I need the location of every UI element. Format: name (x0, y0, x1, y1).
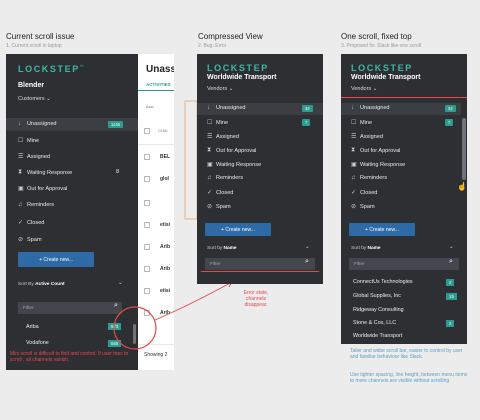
assigned-icon: ☰ (351, 134, 357, 140)
sort-by-control[interactable]: Sort by Name (351, 246, 381, 251)
menu-item-closed[interactable]: ✓ Closed (207, 189, 233, 197)
create-new-button[interactable]: + Create new... (349, 223, 415, 236)
error-note: Error state, channels disappear. (243, 290, 269, 308)
cursor-hand-icon: ☝ (457, 182, 467, 191)
mine-count-badge: 7 (302, 119, 311, 126)
lockstep-logo: LOCKSTEP (351, 63, 413, 73)
proposal-note-scroll: Taller and wider scroll bar, easier to c… (350, 348, 463, 360)
assigned-icon: ☰ (207, 134, 213, 140)
vendor-item-ridgeway[interactable]: Ridgeway Consulting (353, 307, 404, 313)
error-underline (201, 271, 319, 272)
menu-item-waiting-response[interactable]: ▣ Waiting Response (207, 161, 261, 169)
vendor-item-connectus[interactable]: ConnectUs Technologies (353, 279, 413, 285)
vendors-dropdown[interactable]: Vendors ⌄ (207, 86, 233, 92)
create-new-button[interactable]: + Create new... (205, 223, 271, 236)
menu-item-reminders[interactable]: ♫ Reminders (351, 175, 387, 181)
vendor-count-badge: 15 (446, 293, 457, 300)
fixed-top-divider (341, 97, 467, 98)
menu-item-out-for-approval[interactable]: ⧗ Out for Approval (207, 147, 256, 154)
menu-item-unassigned[interactable]: ↓ Unassigned (351, 105, 390, 111)
unassigned-icon: ↓ (351, 105, 354, 111)
reminders-icon: ♫ (207, 175, 212, 181)
spam-icon: ⊘ (351, 204, 357, 210)
closed-icon: ✓ (351, 190, 357, 196)
vendor-count-badge: 2 (446, 320, 455, 327)
unassigned-count-badge: 32 (445, 105, 456, 112)
closed-icon: ✓ (207, 190, 213, 196)
out-for-approval-icon: ⧗ (351, 147, 356, 153)
menu-item-mine[interactable]: ☐ Mine (207, 119, 228, 127)
org-name: Worldwide Transport (351, 74, 421, 81)
menu-item-unassigned[interactable]: ↓ Unassigned (207, 105, 246, 111)
vendor-item-stone-cox[interactable]: Stone & Cox, LLC (353, 320, 396, 326)
mine-icon: ☐ (351, 120, 357, 126)
sidebar-proposed: LOCKSTEP Worldwide Transport Vendors ⌄ ↓… (341, 54, 467, 344)
unassigned-icon: ↓ (207, 105, 210, 111)
menu-item-spam[interactable]: ⊘ Spam (351, 203, 375, 211)
mine-icon: ☐ (207, 120, 213, 126)
vendor-item-worldwide[interactable]: Worldwide Transport (353, 333, 402, 339)
menu-highlight-box (184, 100, 198, 220)
menu-item-reminders[interactable]: ♫ Reminders (207, 175, 243, 181)
scroll-highlight-circle (113, 306, 157, 350)
search-icon[interactable]: ⌕ (305, 258, 309, 266)
menu-item-mine[interactable]: ☐ Mine (351, 119, 372, 127)
menu-item-assigned[interactable]: ☰ Assigned (351, 133, 383, 141)
out-for-approval-icon: ⧗ (207, 147, 212, 153)
menu-item-assigned[interactable]: ☰ Assigned (207, 133, 239, 141)
sort-by-control[interactable]: Sort by Name (207, 246, 237, 251)
sort-chevron-icon[interactable]: ⌄ (305, 244, 310, 250)
mine-count-badge: 7 (445, 119, 454, 126)
filter-input[interactable]: Filter (205, 258, 315, 270)
menu-item-waiting-response[interactable]: ▣ Waiting Response (351, 161, 405, 169)
menu-item-spam[interactable]: ⊘ Spam (207, 203, 231, 211)
spam-icon: ⊘ (207, 204, 213, 210)
menu-item-closed[interactable]: ✓ Closed (351, 189, 377, 197)
chevron-down-icon: ⌄ (228, 86, 234, 92)
unassigned-count-badge: 32 (302, 105, 313, 112)
chevron-down-icon: ⌄ (372, 86, 378, 92)
reminders-icon: ♫ (351, 175, 356, 181)
vendor-item-global-supplies[interactable]: Global Supplies, Inc (353, 293, 401, 299)
menu-item-out-for-approval[interactable]: ⧗ Out for Approval (351, 147, 400, 154)
filter-input[interactable]: Filter (349, 258, 459, 270)
lockstep-logo: LOCKSTEP (207, 63, 269, 73)
wide-scrollbar[interactable] (462, 118, 466, 180)
sort-chevron-icon[interactable]: ⌄ (449, 244, 454, 250)
vendor-count-badge: 2 (446, 279, 455, 286)
proposal-note-spacing: Use tighter spacing, line height, betwee… (350, 372, 468, 384)
vendors-dropdown[interactable]: Vendors ⌄ (351, 86, 377, 92)
waiting-response-icon: ▣ (207, 162, 213, 168)
org-name: Worldwide Transport (207, 74, 277, 81)
search-icon[interactable]: ⌕ (449, 258, 453, 266)
waiting-response-icon: ▣ (351, 162, 357, 168)
sidebar-compressed: LOCKSTEP Worldwide Transport Vendors ⌄ ↓… (197, 54, 323, 284)
annotation-arrow (154, 281, 233, 321)
